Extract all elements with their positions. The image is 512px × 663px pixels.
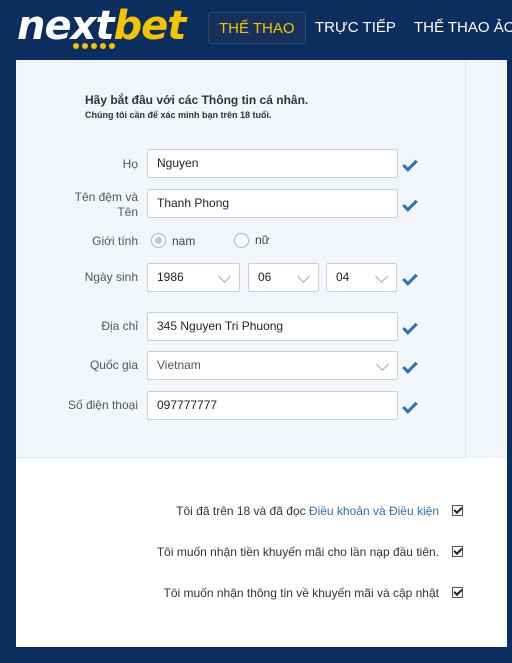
birth-day-select[interactable]: 04 bbox=[326, 263, 397, 292]
birthdate-label: Ngày sinh bbox=[84, 270, 138, 284]
last-name-field[interactable]: Nguyen bbox=[147, 149, 398, 178]
top-bar: nextbet Thể thao Trực tiếp Thể thao ảo bbox=[0, 0, 512, 60]
nav-item-virtual-sports[interactable]: Thể thao ảo bbox=[414, 12, 512, 44]
bonus-consent-text: Tôi muốn nhận tiền khuyến mãi cho lần nạ… bbox=[156, 545, 439, 559]
intro-title: Hãy bắt đầu với các Thông tin cá nhân. bbox=[85, 93, 309, 107]
intro-subtitle: Chúng tôi cần để xác minh bạn trên 18 tu… bbox=[85, 110, 272, 120]
nav-item-sports[interactable]: Thể thao bbox=[208, 12, 306, 44]
phone-field[interactable]: 097777777 bbox=[147, 391, 398, 420]
phone-label: Số điện thoại bbox=[67, 398, 138, 412]
country-select[interactable]: Vietnam bbox=[147, 351, 398, 380]
chevron-down-icon bbox=[218, 270, 231, 283]
first-name-field[interactable]: Thanh Phong bbox=[147, 189, 398, 218]
newsletter-checkbox[interactable] bbox=[452, 587, 463, 598]
birth-month-value: 06 bbox=[258, 270, 272, 284]
gender-male-radio[interactable] bbox=[151, 233, 166, 248]
newsletter-consent-text: Tôi muốn nhận thông tin về khuyến mãi và… bbox=[163, 586, 439, 600]
bonus-checkbox[interactable] bbox=[452, 546, 463, 557]
registration-card: Hãy bắt đầu với các Thông tin cá nhân. C… bbox=[16, 60, 507, 647]
birth-day-value: 04 bbox=[336, 270, 350, 284]
gender-female-radio[interactable] bbox=[234, 233, 249, 248]
chevron-down-icon bbox=[297, 270, 310, 283]
gender-male-label: nam bbox=[172, 234, 196, 248]
terms-link[interactable]: Điều khoản và Điều kiện bbox=[309, 504, 439, 518]
birth-month-select[interactable]: 06 bbox=[248, 263, 319, 292]
first-name-label: Tên đệm và Tên bbox=[74, 190, 138, 219]
address-field[interactable]: 345 Nguyen Tri Phuong bbox=[147, 312, 398, 341]
bottom-band bbox=[0, 647, 512, 663]
last-name-label: Họ bbox=[122, 157, 138, 171]
terms-consent-text: Tôi đã trên 18 và đã đọc Điều khoản và Đ… bbox=[176, 504, 439, 518]
country-value: Vietnam bbox=[157, 358, 201, 372]
birth-year-value: 1986 bbox=[157, 270, 184, 284]
nav-item-live[interactable]: Trực tiếp bbox=[315, 12, 396, 44]
gender-label: Giới tính bbox=[92, 234, 138, 248]
address-label: Địa chỉ bbox=[101, 319, 138, 333]
chevron-down-icon bbox=[376, 358, 389, 371]
country-label: Quốc gia bbox=[89, 358, 138, 372]
side-panel bbox=[466, 60, 507, 458]
gender-female-label: nữ bbox=[255, 233, 270, 247]
main-nav: Thể thao Trực tiếp Thể thao ảo bbox=[0, 12, 512, 44]
chevron-down-icon bbox=[375, 270, 388, 283]
terms-checkbox[interactable] bbox=[452, 505, 463, 516]
birth-year-select[interactable]: 1986 bbox=[147, 263, 240, 292]
section-divider bbox=[465, 60, 466, 458]
